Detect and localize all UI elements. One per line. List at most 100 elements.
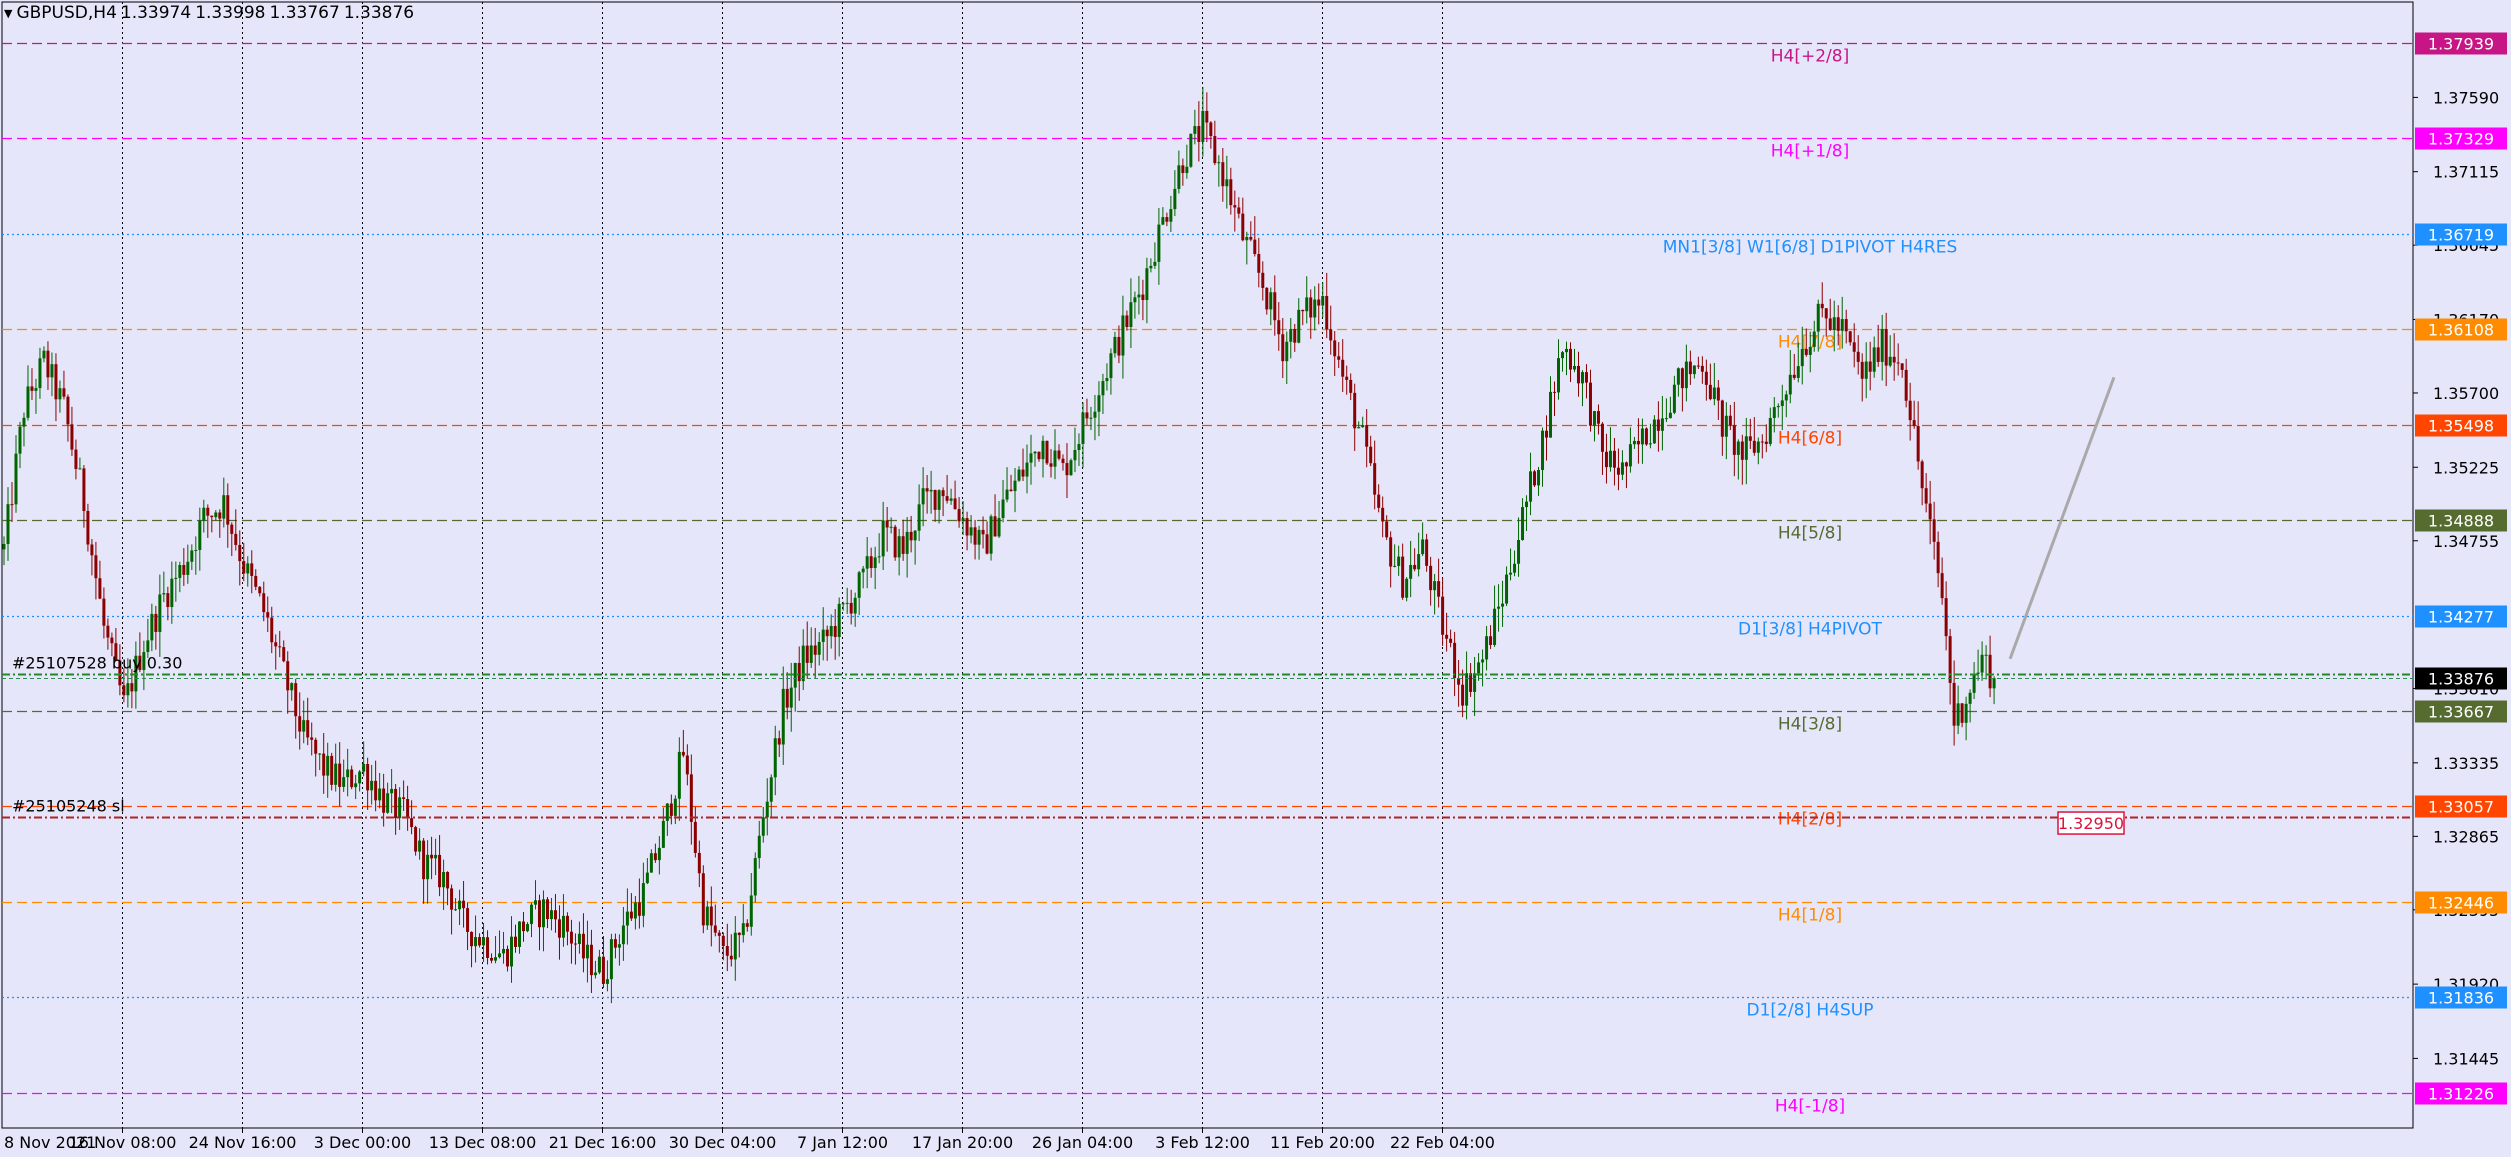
candle-body xyxy=(937,490,941,510)
candle-body xyxy=(6,504,10,545)
candle-body xyxy=(713,925,717,933)
candle-body xyxy=(917,504,921,531)
candle-body xyxy=(1628,444,1632,467)
candle-body xyxy=(1704,371,1708,385)
candle-body xyxy=(1041,440,1045,460)
candle-body xyxy=(1429,565,1433,591)
candle-body xyxy=(1309,297,1313,318)
candle-body xyxy=(653,853,657,861)
candle-body xyxy=(1441,596,1445,635)
candle-body xyxy=(665,803,669,821)
candle-body xyxy=(1489,636,1493,645)
candle-body xyxy=(585,944,589,959)
candle-body xyxy=(753,858,757,896)
candle-body xyxy=(1580,372,1584,384)
candle-body xyxy=(793,662,797,688)
candle-body xyxy=(302,720,306,732)
candle-body xyxy=(1237,207,1241,214)
candle-body xyxy=(1956,703,1960,726)
candle-body xyxy=(510,936,514,967)
candle-body xyxy=(537,900,541,928)
candle-body xyxy=(1449,638,1453,643)
price-tag-label: 1.36719 xyxy=(2428,226,2494,245)
candle-body xyxy=(58,388,62,400)
candle-body xyxy=(977,529,981,545)
candle-body xyxy=(382,788,386,813)
candle-body xyxy=(1321,295,1325,306)
candle-body xyxy=(1716,387,1720,401)
candle-body xyxy=(945,496,949,501)
candle-body xyxy=(1644,428,1648,445)
candle-body xyxy=(294,683,298,717)
candle-body xyxy=(406,799,410,819)
candle-body xyxy=(801,645,805,682)
chart-window[interactable]: 8 Nov 2021 16 Nov 08:00 24 Nov 16:00 3 Dec … xyxy=(0,0,2511,1157)
candle-body xyxy=(745,923,749,927)
candle-body xyxy=(633,902,637,919)
candle-body xyxy=(1892,356,1896,363)
candle-body xyxy=(849,602,853,614)
candle-body xyxy=(66,396,70,425)
candle-body xyxy=(981,529,985,535)
candle-body xyxy=(1688,361,1692,375)
candle-body xyxy=(278,646,282,648)
candle-body xyxy=(242,561,246,574)
candle-body xyxy=(1445,634,1449,639)
candle-body xyxy=(238,544,242,562)
candle-body xyxy=(1836,317,1840,331)
candle-body xyxy=(30,386,34,391)
time-tick-label: 16 Nov 08:00 xyxy=(69,1133,177,1152)
candle-body xyxy=(837,603,841,637)
candle-body xyxy=(1469,673,1473,692)
candle-body xyxy=(1576,365,1580,384)
candle-body xyxy=(1804,349,1808,355)
candle-body xyxy=(725,946,729,956)
candle-body xyxy=(1800,349,1804,367)
candle-body xyxy=(1373,463,1377,495)
candle-body xyxy=(1165,217,1169,222)
candle-body xyxy=(669,803,673,816)
candle-body xyxy=(1313,299,1317,318)
candle-body xyxy=(414,827,418,852)
candle-body xyxy=(298,716,302,732)
candle-body xyxy=(973,527,977,545)
candle-body xyxy=(210,515,214,518)
candle-body xyxy=(805,645,809,663)
time-tick-label: 22 Feb 04:00 xyxy=(1390,1133,1495,1152)
candle-body xyxy=(1780,400,1784,407)
candle-body xyxy=(1453,642,1457,679)
candle-body xyxy=(1568,348,1572,370)
candle-body xyxy=(338,763,342,787)
candle-body xyxy=(334,763,338,785)
candle-body xyxy=(1353,392,1357,429)
candle-body xyxy=(1932,519,1936,542)
candle-body xyxy=(553,910,557,920)
candle-body xyxy=(1121,315,1125,356)
candle-body xyxy=(258,586,262,594)
candle-body xyxy=(625,911,629,926)
candle-body xyxy=(1285,341,1289,362)
price-tag-label: 1.34888 xyxy=(2428,512,2494,531)
candle-body xyxy=(533,900,537,905)
candle-body xyxy=(1612,450,1616,468)
candle-body xyxy=(1009,489,1013,492)
candle-body xyxy=(737,932,741,936)
candle-body xyxy=(1856,351,1860,362)
candle-body xyxy=(941,490,945,497)
candle-body xyxy=(46,350,50,378)
candle-body xyxy=(1545,430,1549,438)
time-tick-label: 13 Dec 08:00 xyxy=(429,1133,537,1152)
candle-body xyxy=(1712,387,1716,400)
chevron-down-icon[interactable]: ▼ xyxy=(4,7,12,20)
candle-body xyxy=(1517,539,1521,564)
price-chart[interactable]: 8 Nov 202116 Nov 08:00 24 Nov 16:00 3 Dec … xyxy=(0,0,2511,1157)
candle-body xyxy=(1397,556,1401,566)
candle-body xyxy=(1668,412,1672,419)
candle-body xyxy=(1413,564,1417,570)
candle-body xyxy=(1369,446,1373,464)
candle-body xyxy=(781,688,785,745)
price-tick-label: 1.32865 xyxy=(2433,827,2499,846)
open-value: 1.33974 xyxy=(120,3,192,23)
candle-body xyxy=(1748,436,1752,441)
candle-body xyxy=(18,426,22,454)
